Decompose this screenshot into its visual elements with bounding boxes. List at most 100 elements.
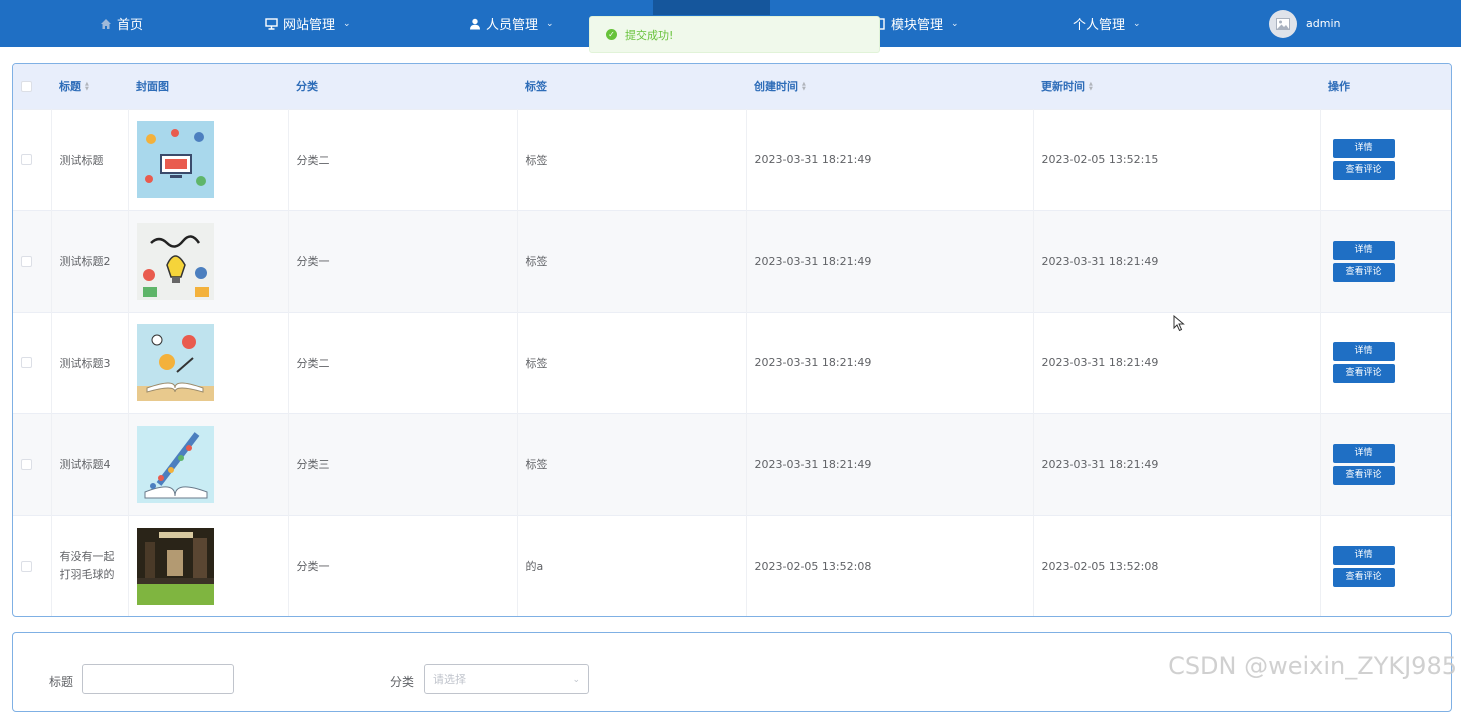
cover-image	[136, 527, 214, 605]
mouse-cursor-icon	[1173, 315, 1185, 332]
detail-button[interactable]: 详情	[1332, 342, 1395, 362]
cell-category: 分类二	[288, 312, 518, 414]
category-filter-placeholder: 请选择	[433, 673, 466, 686]
cell-cover	[128, 210, 289, 312]
cell-cover	[128, 515, 289, 616]
avatar	[1269, 9, 1297, 38]
table-header-row: 标题 ▲ ▼ 封面图 分类 标签 创建时间 ▲ ▼ 更新时间 ▲ ▼ 操作	[13, 64, 1451, 109]
detail-button[interactable]: 详情	[1332, 443, 1395, 463]
data-table: 标题 ▲ ▼ 封面图 分类 标签 创建时间 ▲ ▼ 更新时间 ▲ ▼ 操作 测试标题 分类二…	[13, 64, 1451, 616]
monitor-icon	[265, 17, 278, 30]
nav-site-management[interactable]: 网站管理 ⌄	[265, 0, 351, 47]
row-checkbox[interactable]	[21, 560, 32, 572]
row-select-cell	[13, 515, 52, 616]
nav-module-management-label: 模块管理	[891, 18, 944, 33]
cell-category: 分类二	[288, 109, 518, 211]
header-tag: 标签	[517, 64, 746, 109]
sort-icon[interactable]: ▲ ▼	[85, 82, 89, 92]
header-actions-label: 操作	[1328, 80, 1350, 94]
cell-category: 分类三	[288, 413, 518, 515]
nav-active-indicator	[653, 0, 770, 15]
header-created[interactable]: 创建时间 ▲ ▼	[746, 64, 1033, 109]
title-filter-label: 标题	[49, 675, 74, 689]
header-cover-label: 封面图	[136, 80, 169, 94]
cell-actions: 详情 查看评论	[1320, 414, 1451, 516]
row-checkbox[interactable]	[21, 154, 32, 166]
nav-people-management[interactable]: 人员管理 ⌄	[469, 0, 554, 47]
nav-module-management[interactable]: 模块管理 ⌄	[878, 0, 959, 47]
cell-updated: 2023-02-05 13:52:08	[1033, 515, 1321, 616]
nav-personal-management[interactable]: 个人管理 ⌄	[1073, 0, 1141, 47]
cell-created: 2023-03-31 18:21:49	[746, 413, 1034, 515]
nav-personal-management-label: 个人管理	[1073, 18, 1126, 33]
cell-actions: 详情 查看评论	[1320, 312, 1451, 414]
cell-tag: 标签	[517, 109, 747, 211]
success-toast: ✓ 提交成功!	[589, 16, 880, 53]
header-updated[interactable]: 更新时间 ▲ ▼	[1033, 64, 1320, 109]
cell-title: 测试标题4	[51, 413, 129, 515]
image-icon	[1276, 17, 1290, 30]
sort-icon[interactable]: ▲ ▼	[802, 82, 806, 92]
cell-created: 2023-03-31 18:21:49	[746, 312, 1034, 414]
row-select-cell	[13, 109, 52, 211]
cover-image	[136, 121, 214, 199]
data-table-card: 标题 ▲ ▼ 封面图 分类 标签 创建时间 ▲ ▼ 更新时间 ▲ ▼ 操作 测试标题 分类二…	[12, 63, 1452, 617]
cell-actions: 详情 查看评论	[1320, 515, 1451, 616]
row-checkbox[interactable]	[21, 458, 32, 470]
header-category-label: 分类	[296, 80, 318, 94]
cell-title: 测试标题2	[51, 210, 129, 312]
cell-cover	[128, 312, 289, 414]
table-row: 测试标题2 分类一 标签 2023-03-31 18:21:49 2023-03…	[13, 210, 1451, 312]
header-cover: 封面图	[128, 64, 288, 109]
chevron-down-icon: ⌄	[1133, 18, 1141, 29]
sort-icon[interactable]: ▲ ▼	[1089, 82, 1093, 92]
table-row: 测试标题 分类二 标签 2023-03-31 18:21:49 2023-02-…	[13, 109, 1451, 211]
header-title-label: 标题	[59, 80, 81, 94]
view-comments-button[interactable]: 查看评论	[1332, 465, 1395, 485]
view-comments-button[interactable]: 查看评论	[1332, 161, 1395, 181]
cell-updated: 2023-03-31 18:21:49	[1033, 210, 1321, 312]
cell-actions: 详情 查看评论	[1320, 109, 1451, 211]
view-comments-button[interactable]: 查看评论	[1332, 364, 1395, 384]
header-created-label: 创建时间	[754, 80, 798, 94]
chevron-down-icon: ⌄	[343, 18, 351, 29]
cell-updated: 2023-02-05 13:52:15	[1033, 109, 1321, 211]
row-select-cell	[13, 413, 52, 515]
detail-button[interactable]: 详情	[1332, 545, 1395, 565]
user-menu[interactable]: admin	[1269, 0, 1340, 47]
cell-tag: 标签	[517, 413, 747, 515]
select-all-cell	[13, 64, 51, 109]
chevron-down-icon: ⌄	[546, 18, 554, 29]
detail-button[interactable]: 详情	[1332, 139, 1395, 159]
nav-site-management-label: 网站管理	[283, 18, 336, 33]
header-actions: 操作	[1320, 64, 1451, 109]
cell-cover	[128, 109, 289, 211]
row-select-cell	[13, 210, 52, 312]
detail-button[interactable]: 详情	[1332, 240, 1395, 260]
cover-image	[136, 425, 214, 503]
view-comments-button[interactable]: 查看评论	[1332, 567, 1395, 587]
cell-category: 分类一	[288, 210, 518, 312]
header-title[interactable]: 标题 ▲ ▼	[51, 64, 128, 109]
table-row: 测试标题3 分类二 标签 2023-03-31 18:21:49 2023-03…	[13, 312, 1451, 414]
cell-created: 2023-03-31 18:21:49	[746, 210, 1034, 312]
table-row: 有没有一起打羽毛球的 分类一 的a 2023-02-05 13:52:08 20…	[13, 515, 1451, 616]
cell-title: 有没有一起打羽毛球的	[51, 515, 129, 616]
cell-title: 测试标题3	[51, 312, 129, 414]
table-row: 测试标题4 分类三 标签 2023-03-31 18:21:49 2023-03…	[13, 413, 1451, 516]
header-category: 分类	[288, 64, 517, 109]
view-comments-button[interactable]: 查看评论	[1332, 262, 1395, 282]
header-updated-label: 更新时间	[1041, 80, 1085, 94]
cover-image	[136, 324, 214, 402]
cell-created: 2023-02-05 13:52:08	[746, 515, 1034, 616]
cell-tag: 的a	[517, 515, 747, 616]
row-checkbox[interactable]	[21, 255, 32, 267]
chevron-down-icon: ⌄	[951, 18, 959, 29]
nav-home[interactable]: 首页	[100, 0, 143, 47]
category-filter-label: 分类	[390, 675, 415, 689]
header-tag-label: 标签	[525, 80, 547, 94]
cell-category: 分类一	[288, 515, 518, 616]
select-all-checkbox[interactable]	[21, 80, 32, 92]
row-checkbox[interactable]	[21, 357, 32, 369]
watermark: CSDN @weixin_ZYKJ985	[1168, 652, 1457, 680]
